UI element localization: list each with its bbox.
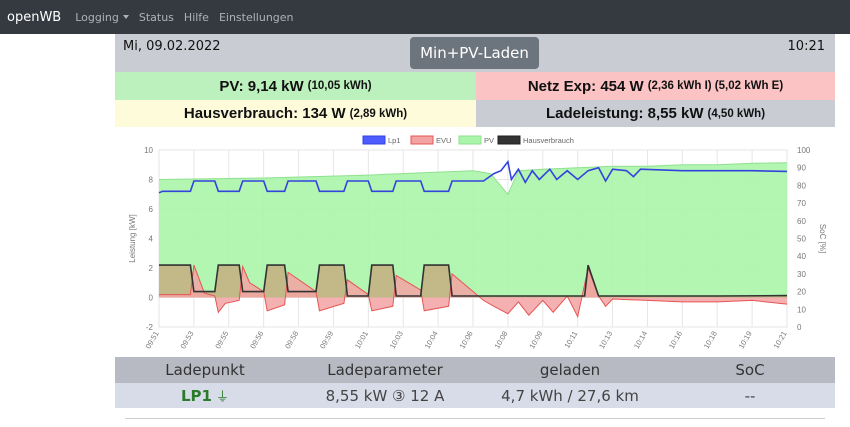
nav-einstellungen[interactable]: Einstellungen xyxy=(219,11,294,24)
y2-tick-label: 70 xyxy=(797,199,806,208)
date-mode-row: Mi, 09.02.2022 Min+PV-Laden 10:21 xyxy=(115,34,835,72)
y2-tick-label: 80 xyxy=(797,181,806,190)
legend-swatch xyxy=(497,135,521,145)
y2-tick-label: 20 xyxy=(797,288,806,297)
x-tick-label: 10:08 xyxy=(492,330,509,351)
current-time: 10:21 xyxy=(787,39,825,54)
x-tick-label: 09:53 xyxy=(178,330,195,351)
x-tick-label: 10:06 xyxy=(458,330,475,351)
grid-energy-value: (2,36 kWh I) (5,02 kWh E) xyxy=(647,80,784,92)
charge-power-value: Ladeleistung: 8,55 kW xyxy=(545,105,704,122)
legend-label: Lp1 xyxy=(388,136,401,145)
chargepoint-table-header: Ladepunkt Ladeparameter geladen SoC xyxy=(115,357,835,383)
charge-mode-button[interactable]: Min+PV-Laden xyxy=(410,37,539,69)
pv-power-value: PV: 9,14 kW xyxy=(219,77,304,95)
y2-tick-label: 40 xyxy=(797,252,806,261)
y2-tick-label: 0 xyxy=(797,323,802,332)
x-tick-label: 10:09 xyxy=(527,330,544,351)
nav-logging-label[interactable]: Logging xyxy=(75,11,119,24)
nav-hilfe[interactable]: Hilfe xyxy=(184,11,209,24)
caret-down-icon xyxy=(122,15,129,19)
x-tick-label: 10:11 xyxy=(562,330,579,350)
y2-tick-label: 90 xyxy=(797,164,806,173)
current-date: Mi, 09.02.2022 xyxy=(123,39,221,54)
x-tick-label: 10:04 xyxy=(423,330,440,351)
house-consumption-stat: Hausverbrauch: 134 W (2,89 kWh) xyxy=(115,100,476,127)
y-tick-label: 2 xyxy=(149,264,154,273)
series-pv-area xyxy=(159,162,787,298)
y-tick-label: 0 xyxy=(149,294,154,303)
y2-tick-label: 30 xyxy=(797,270,806,279)
grid-power-stat: Netz Exp: 454 W (2,36 kWh I) (5,02 kWh E… xyxy=(476,72,835,100)
y2-tick-label: 10 xyxy=(797,305,806,314)
nav-logging[interactable]: Logging xyxy=(75,11,129,24)
header-geladen: geladen xyxy=(539,361,601,379)
y2-tick-label: 50 xyxy=(797,235,806,244)
legend-label: Hausverbrauch xyxy=(523,136,574,145)
x-tick-label: 10:21 xyxy=(772,330,789,351)
y-tick-label: 4 xyxy=(149,235,154,244)
charge-params: 8,55 kW ③ 12 A xyxy=(325,386,445,405)
y2-tick-label: 100 xyxy=(797,146,811,155)
pv-power-stat: PV: 9,14 kW (10,05 kWh) xyxy=(115,72,476,100)
legend-swatch xyxy=(410,135,434,145)
house-consumption-value: Hausverbrauch: 134 W xyxy=(183,105,346,122)
nav-status[interactable]: Status xyxy=(139,11,174,24)
pv-energy-value: (10,05 kWh) xyxy=(307,80,372,92)
divider xyxy=(125,418,825,419)
legend-label: EVU xyxy=(436,136,451,145)
x-tick-label: 10:03 xyxy=(388,330,405,351)
charge-power-stat: Ladeleistung: 8,55 kW (4,50 kWh) xyxy=(476,100,835,127)
brand-logo[interactable]: openWB xyxy=(7,10,61,25)
x-tick-label: 09:59 xyxy=(318,330,335,351)
x-tick-label: 09:56 xyxy=(248,330,265,351)
chargepoint-name[interactable]: LP1 xyxy=(181,387,212,405)
x-tick-label: 10:16 xyxy=(667,330,684,351)
x-tick-label: 10:13 xyxy=(597,330,614,351)
legend-label: PV xyxy=(484,136,494,145)
grid-power-value: Netz Exp: 454 W xyxy=(527,77,644,95)
x-tick-label: 10:19 xyxy=(737,330,754,351)
power-chart[interactable]: -20246810010203040506070809010009:51 09:5… xyxy=(115,130,835,354)
x-tick-label: 10:14 xyxy=(632,330,649,351)
y-tick-label: 8 xyxy=(149,176,154,185)
y-tick-label: 10 xyxy=(144,146,153,155)
charged-amount: 4,7 kWh / 27,6 km xyxy=(501,386,639,405)
house-energy-value: (2,89 kWh) xyxy=(349,107,408,120)
chargepoint-row[interactable]: LP1 ⏚ 8,55 kW ③ 12 A 4,7 kWh / 27,6 km -… xyxy=(115,383,835,408)
chargepoint-name-cell[interactable]: LP1 ⏚ xyxy=(115,383,295,408)
charge-energy-value: (4,50 kWh) xyxy=(707,107,766,120)
x-tick-label: 09:55 xyxy=(213,330,230,351)
y2-axis-label: SoC [%] xyxy=(818,224,827,253)
legend-swatch xyxy=(362,135,386,145)
x-tick-label: 09:51 xyxy=(144,330,161,351)
header-ladeparameter: Ladeparameter xyxy=(327,361,443,379)
soc-value: -- xyxy=(744,386,756,405)
x-tick-label: 09:58 xyxy=(283,330,300,351)
plug-icon: ⏚ xyxy=(215,390,229,405)
y-axis-label: Leistung [kW] xyxy=(128,214,137,262)
top-navbar: openWB Logging Status Hilfe Einstellunge… xyxy=(0,0,850,34)
x-tick-label: 10:01 xyxy=(353,330,370,351)
x-tick-label: 10:18 xyxy=(702,330,719,351)
y2-tick-label: 60 xyxy=(797,217,806,226)
header-soc: SoC xyxy=(735,361,765,379)
legend-swatch xyxy=(458,135,482,145)
header-ladepunkt: Ladepunkt xyxy=(165,361,245,379)
y-tick-label: 6 xyxy=(149,205,154,214)
